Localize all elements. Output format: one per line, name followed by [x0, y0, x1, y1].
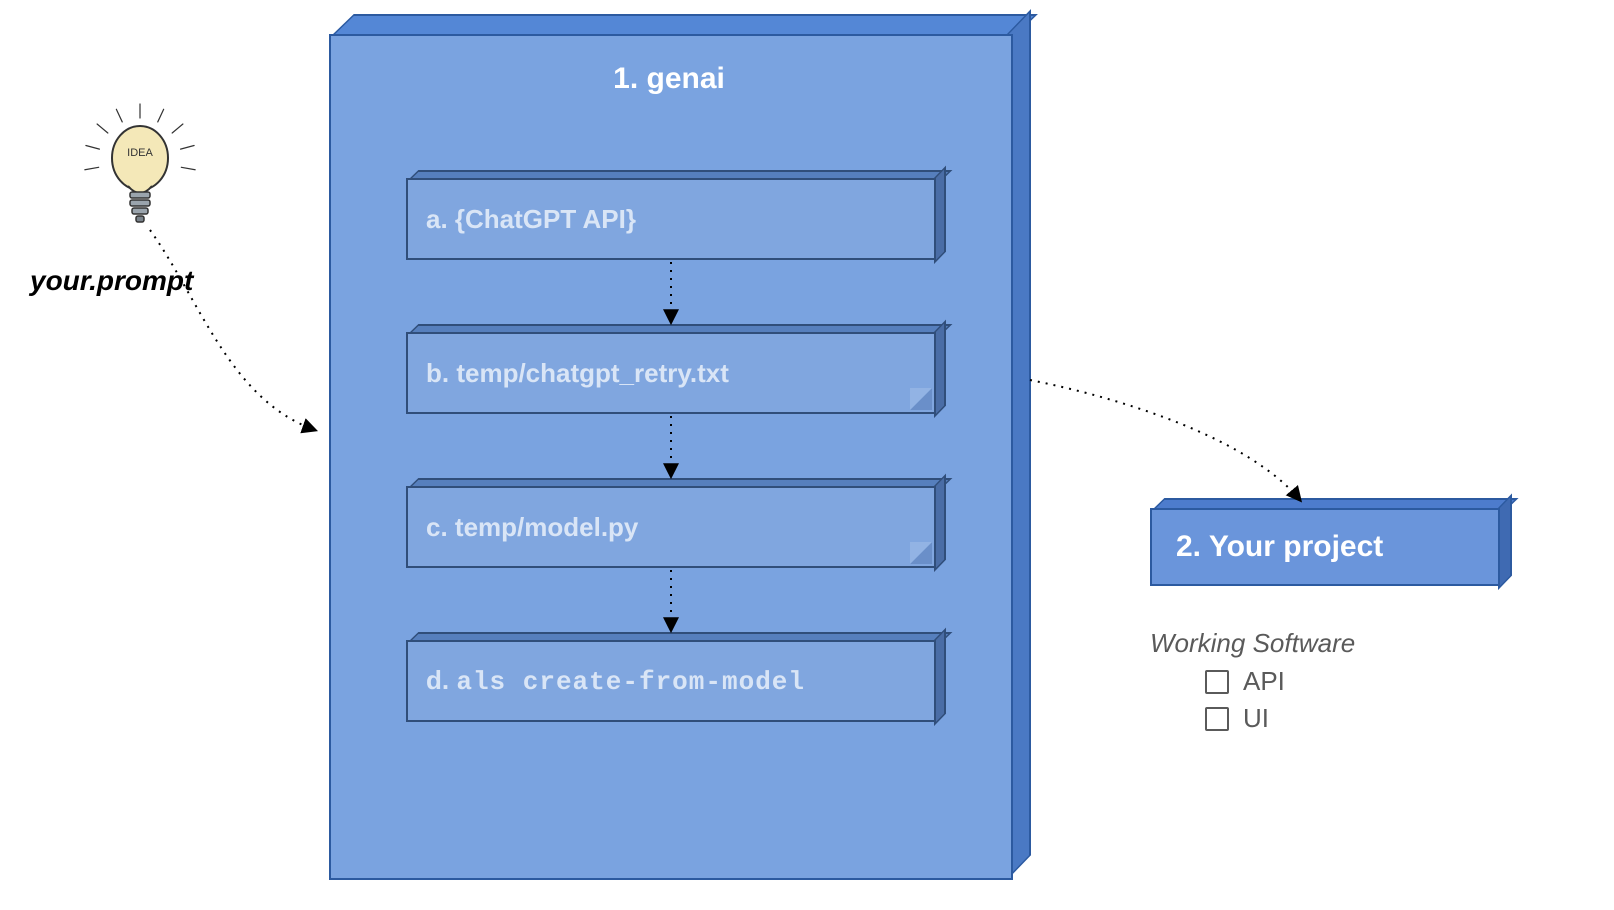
step-c-label: c. temp/model.py — [426, 512, 638, 543]
arrow-genai-to-project — [1030, 380, 1300, 500]
step-b-front: b. temp/chatgpt_retry.txt — [406, 332, 936, 414]
project-box-title: 2. Your project — [1176, 530, 1383, 564]
prompt-label: your.prompt — [30, 265, 193, 297]
working-software-subtitle: Working Software — [1150, 628, 1355, 659]
checkbox-icon — [1205, 670, 1229, 694]
step-c-front: c. temp/model.py — [406, 486, 936, 568]
diagram-canvas: 1. genai a. {ChatGPT API} b. temp/chatgp… — [0, 0, 1614, 910]
step-d-prefix: d. — [426, 665, 449, 695]
outputs-checklist: API UI — [1205, 666, 1285, 740]
project-box-front: 2. Your project — [1150, 508, 1500, 586]
step-d-front: d. als create-from-model — [406, 640, 936, 722]
output-label: UI — [1243, 703, 1269, 734]
page-fold-icon — [910, 542, 932, 564]
step-c: c. temp/model.py — [406, 486, 936, 568]
project-box-3d-side — [1498, 494, 1512, 590]
step-d-label: d. als create-from-model — [426, 665, 805, 697]
step-b: b. temp/chatgpt_retry.txt — [406, 332, 936, 414]
output-item-api: API — [1205, 666, 1285, 697]
step-a: a. {ChatGPT API} — [406, 178, 936, 260]
genai-box-front — [329, 34, 1013, 880]
arrow-prompt-to-genai — [150, 230, 315, 430]
project-box: 2. Your project — [1150, 508, 1500, 586]
output-label: API — [1243, 666, 1285, 697]
genai-box-title: 1. genai — [329, 62, 1009, 96]
step-a-label: a. {ChatGPT API} — [426, 204, 636, 235]
page-fold-icon — [910, 388, 932, 410]
idea-icon-text: IDEA — [127, 147, 153, 159]
step-d: d. als create-from-model — [406, 640, 936, 722]
output-item-ui: UI — [1205, 703, 1285, 734]
step-d-command: als create-from-model — [456, 667, 805, 697]
step-b-label: b. temp/chatgpt_retry.txt — [426, 358, 729, 389]
checkbox-icon — [1205, 707, 1229, 731]
idea-lightbulb-icon: IDEA — [80, 100, 200, 230]
step-a-front: a. {ChatGPT API} — [406, 178, 936, 260]
